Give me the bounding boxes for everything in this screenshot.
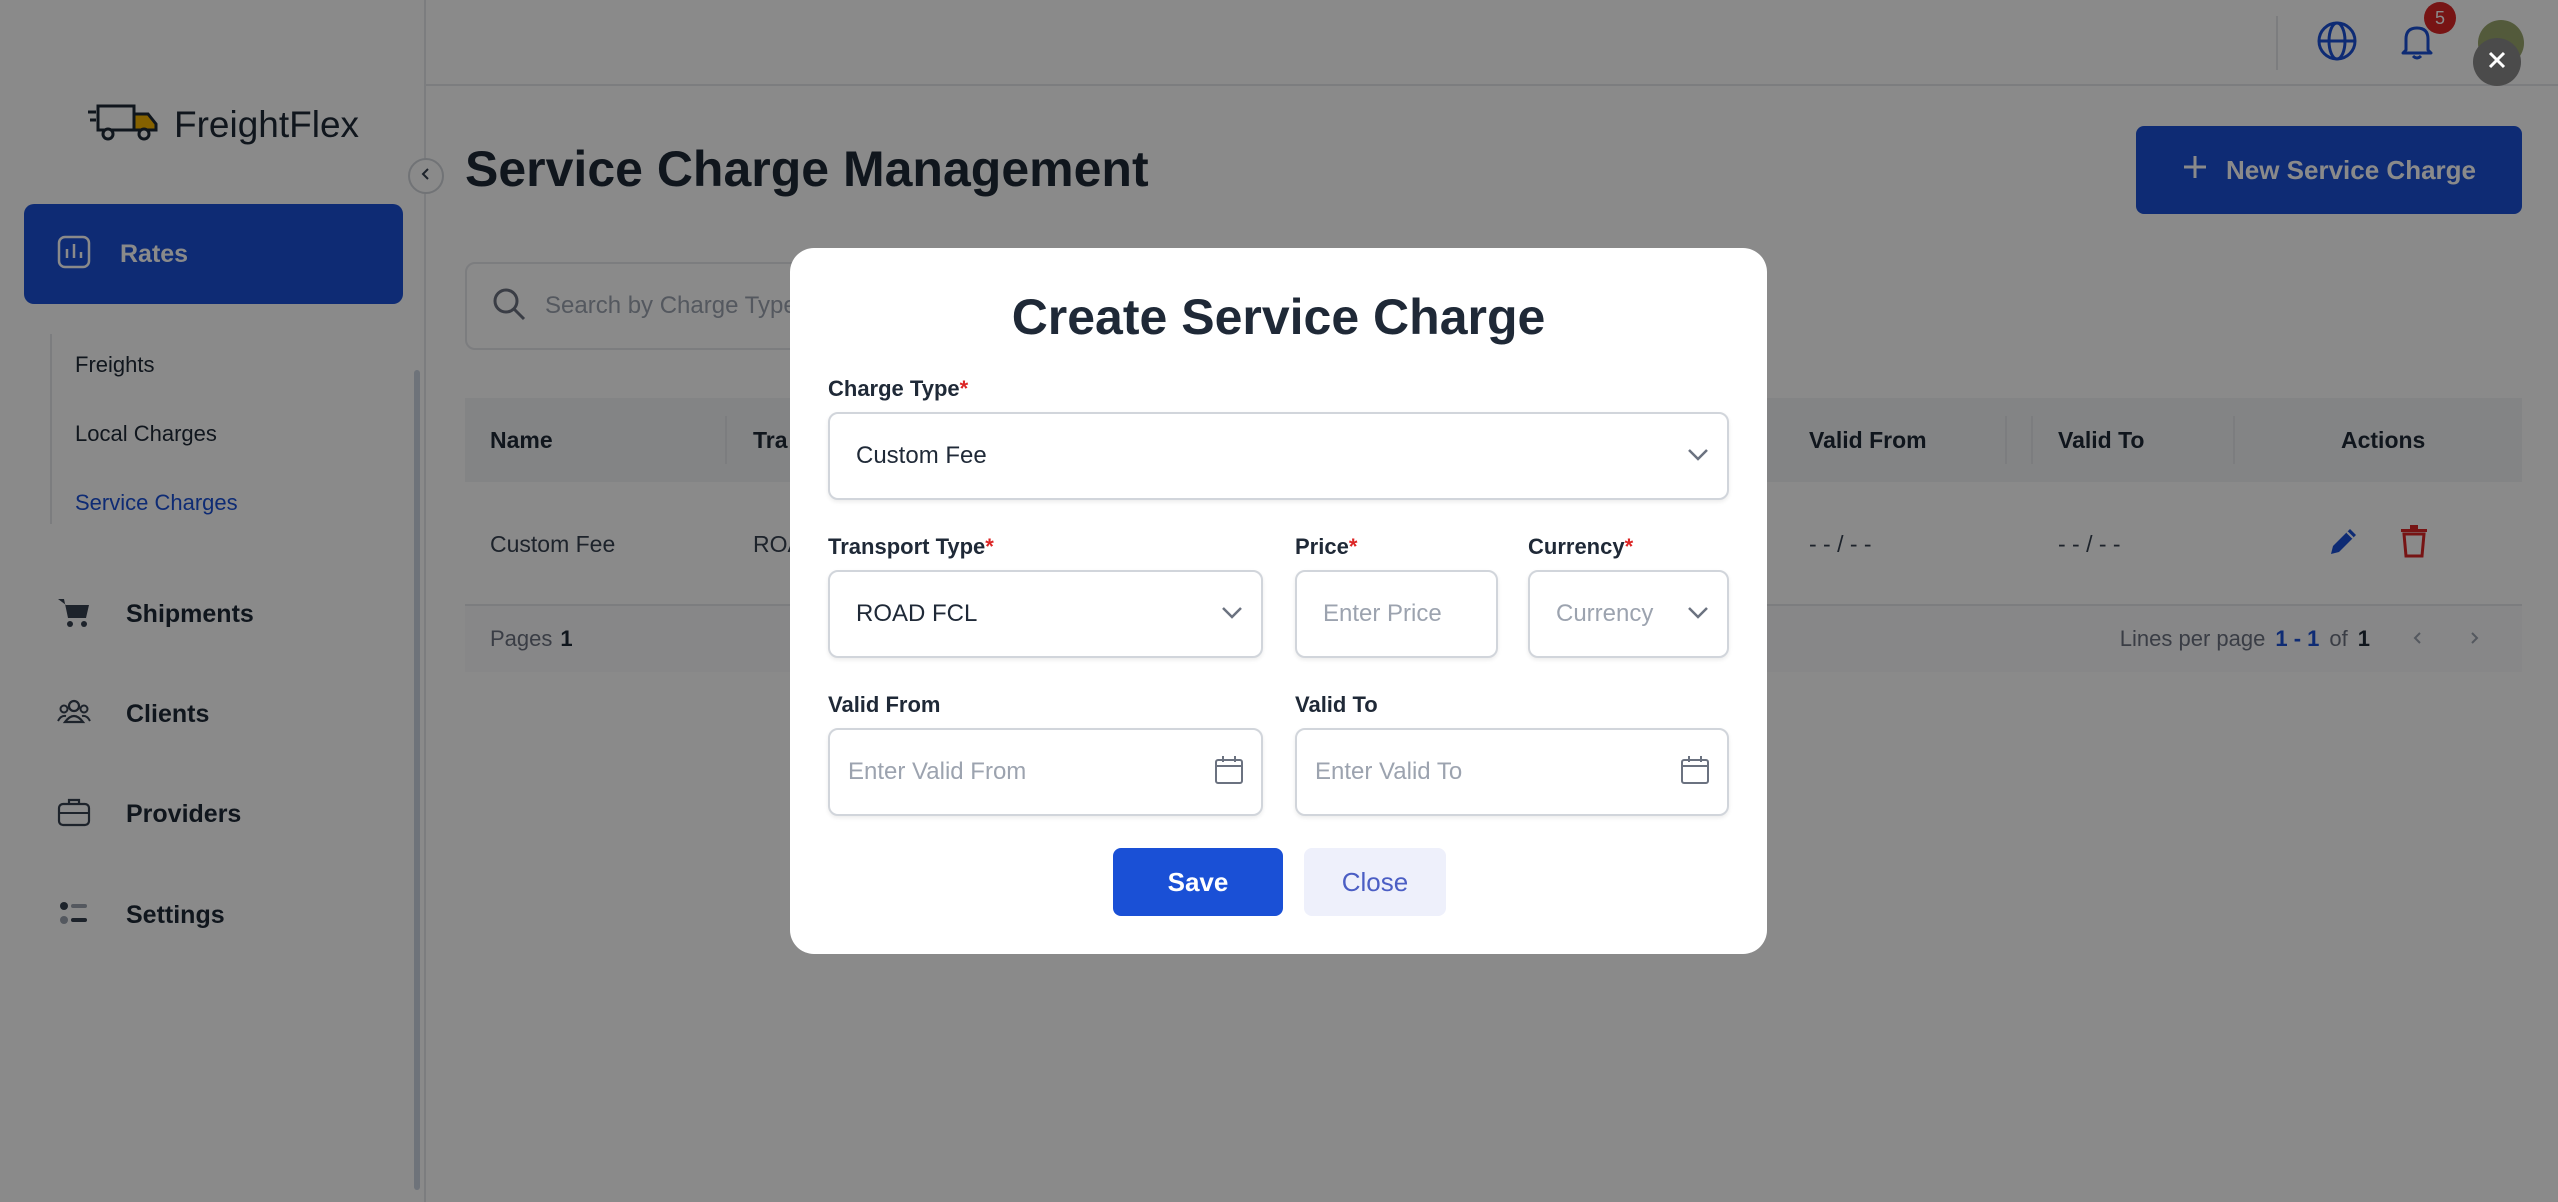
valid-to-placeholder: Enter Valid To: [1315, 758, 1463, 785]
valid-from-label: Valid From: [828, 692, 941, 717]
currency-label-text: Currency: [1528, 534, 1625, 559]
price-label-text: Price: [1295, 534, 1349, 559]
close-icon: [2487, 50, 2507, 75]
valid-to-label: Valid To: [1295, 692, 1378, 717]
price-placeholder: Enter Price: [1323, 600, 1442, 627]
chevron-down-icon: [1685, 441, 1711, 472]
valid-from-input[interactable]: Enter Valid From: [828, 728, 1263, 816]
currency-select[interactable]: Currency: [1528, 570, 1729, 658]
chevron-down-icon: [1685, 599, 1711, 630]
charge-type-value: Custom Fee: [856, 442, 987, 469]
calendar-icon[interactable]: [1213, 754, 1245, 791]
close-button[interactable]: Close: [1304, 848, 1446, 916]
chevron-down-icon: [1219, 599, 1245, 630]
currency-label: Currency*: [1528, 534, 1633, 560]
price-input[interactable]: Enter Price: [1295, 570, 1498, 658]
required-mark: *: [1624, 534, 1634, 559]
required-mark: *: [1348, 534, 1358, 559]
dialog-title: Create Service Charge: [1011, 289, 1546, 345]
transport-type-value: ROAD FCL: [856, 600, 978, 627]
save-button[interactable]: Save: [1113, 848, 1283, 916]
required-mark: *: [985, 534, 994, 559]
calendar-icon[interactable]: [1679, 754, 1711, 791]
currency-placeholder: Currency: [1556, 600, 1654, 627]
price-label: Price*: [1295, 534, 1357, 560]
transport-type-label: Transport Type*: [828, 534, 994, 560]
valid-to-input[interactable]: Enter Valid To: [1295, 728, 1729, 816]
create-service-charge-dialog: Create Service Charge Charge Type* Custo…: [790, 248, 1767, 954]
close-overlay-button[interactable]: [2473, 38, 2521, 86]
charge-type-select[interactable]: Custom Fee: [828, 412, 1729, 500]
charge-type-label-text: Charge Type: [828, 376, 960, 401]
charge-type-label: Charge Type*: [828, 376, 968, 402]
required-mark: *: [959, 376, 969, 401]
transport-type-select[interactable]: ROAD FCL: [828, 570, 1263, 658]
valid-from-placeholder: Enter Valid From: [848, 758, 1027, 785]
transport-type-label-text: Transport Type: [828, 534, 986, 559]
